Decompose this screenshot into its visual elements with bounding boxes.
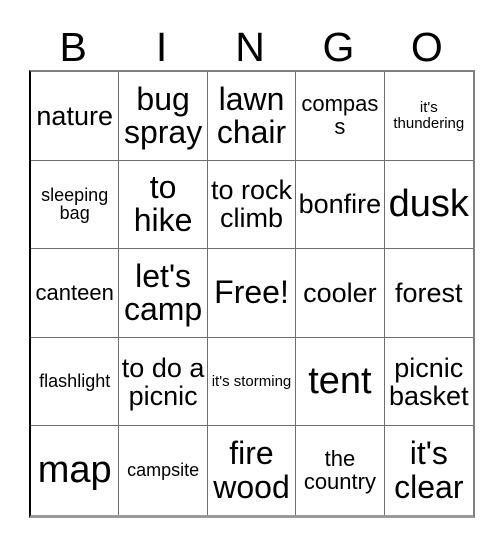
bingo-cell-label: picnic basket — [389, 352, 469, 411]
bingo-cell-i4[interactable]: to do a picnic — [119, 337, 208, 427]
bingo-cell-g2[interactable]: bonfire — [296, 160, 385, 250]
bingo-cell-label: let's camp — [123, 257, 203, 327]
bingo-cell-i3[interactable]: let's camp — [119, 249, 208, 338]
bingo-cell-label: it's storming — [211, 372, 292, 390]
bingo-cell-b5[interactable]: map — [31, 426, 120, 515]
bingo-cell-label: fire wood — [213, 435, 290, 505]
bingo-cell-label: dusk — [388, 182, 469, 225]
bingo-cell-label: campsite — [127, 460, 200, 481]
bingo-cell-g3[interactable]: cooler — [296, 249, 385, 338]
bingo-cell-label: bonfire — [298, 189, 382, 220]
bingo-cell-label: nature — [36, 100, 113, 131]
bingo-cell-b2[interactable]: sleeping bag — [31, 160, 120, 250]
bingo-cell-label: sleeping bag — [41, 184, 109, 224]
bingo-cell-label: tent — [308, 359, 372, 402]
bingo-cell-i1[interactable]: bug spray — [119, 72, 208, 161]
bingo-cell-label: map — [37, 448, 112, 491]
bingo-cell-b3[interactable]: canteen — [31, 249, 120, 338]
bingo-cell-g1[interactable]: compass — [296, 72, 385, 161]
bingo-cell-free-space[interactable]: Free! — [207, 249, 297, 338]
bingo-cell-label: to hike — [133, 169, 193, 239]
bingo-cell-o2[interactable]: dusk — [384, 160, 473, 250]
bingo-cell-i2[interactable]: to hike — [119, 160, 208, 250]
bingo-cell-o3[interactable]: forest — [384, 249, 473, 338]
bingo-cell-label: compass — [301, 90, 379, 139]
bingo-card: B I N G O nature bug spray lawn chair co… — [29, 14, 475, 518]
bingo-cell-b1[interactable]: nature — [31, 72, 120, 161]
bingo-cell-label: the country — [303, 445, 376, 494]
bingo-cell-o4[interactable]: picnic basket — [384, 337, 473, 427]
bingo-cell-label: it's thundering — [393, 99, 465, 132]
bingo-header-row: B I N G O — [29, 14, 471, 70]
bingo-cell-label: it's clear — [394, 435, 464, 505]
header-letter-b: B — [59, 24, 87, 70]
bingo-cell-label: forest — [395, 277, 463, 308]
bingo-cell-i5[interactable]: campsite — [119, 426, 208, 515]
bingo-cell-label: to do a picnic — [121, 352, 205, 411]
bingo-cell-o1[interactable]: it's thundering — [384, 72, 473, 161]
bingo-cell-n2[interactable]: to rock climb — [207, 160, 297, 250]
bingo-grid: nature bug spray lawn chair compass it's… — [29, 70, 475, 518]
bingo-cell-label: cooler — [303, 277, 377, 308]
bingo-cell-g5[interactable]: the country — [296, 426, 385, 515]
bingo-cell-o5[interactable]: it's clear — [384, 426, 473, 515]
bingo-cell-label: lawn chair — [216, 80, 287, 150]
bingo-cell-n1[interactable]: lawn chair — [207, 72, 297, 161]
bingo-cell-n4[interactable]: it's storming — [207, 337, 297, 427]
free-space-label: Free! — [214, 274, 289, 311]
bingo-cell-b4[interactable]: flashlight — [31, 337, 120, 427]
header-letter-g: G — [322, 24, 355, 70]
bingo-cell-label: canteen — [35, 279, 114, 305]
header-letter-i: I — [155, 24, 168, 70]
bingo-cell-label: bug spray — [123, 80, 203, 150]
bingo-cell-label: flashlight — [39, 371, 111, 392]
bingo-cell-g4[interactable]: tent — [296, 337, 385, 427]
header-letter-n: N — [235, 24, 265, 70]
bingo-cell-label: to rock climb — [210, 175, 292, 234]
header-letter-o: O — [410, 24, 443, 70]
bingo-cell-n5[interactable]: fire wood — [207, 426, 297, 515]
